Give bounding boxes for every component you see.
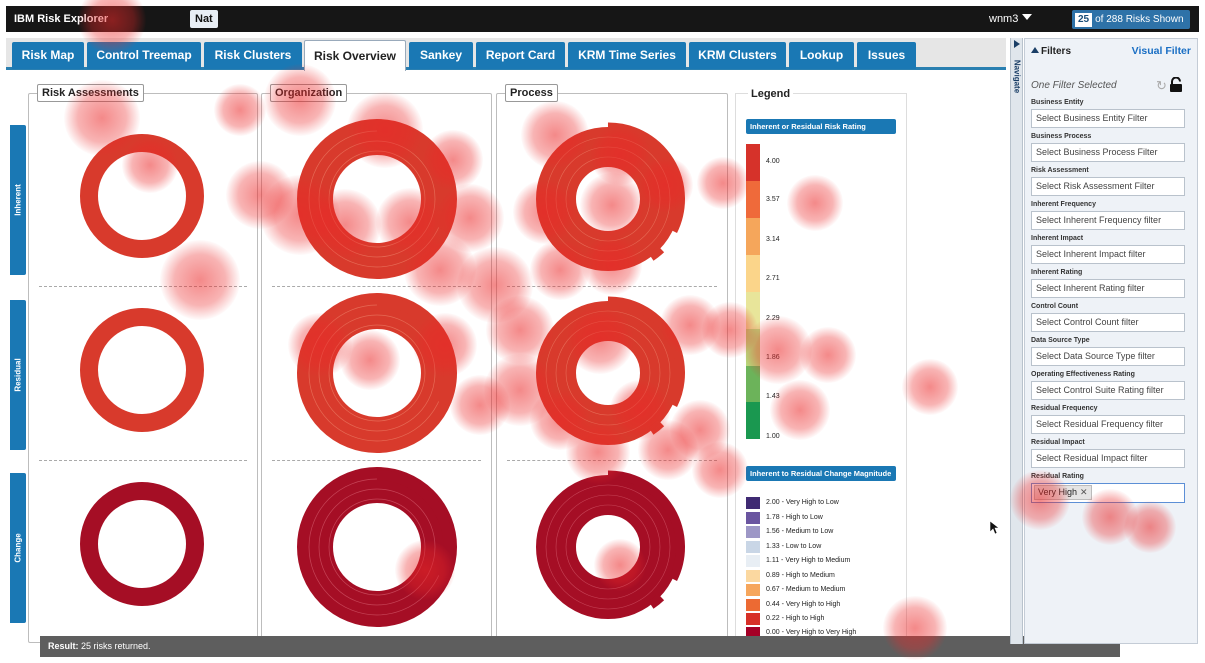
row-divider bbox=[39, 460, 247, 461]
risks-shown-badge: 25 of 288 Risks Shown bbox=[1072, 10, 1190, 29]
username: wnm3 bbox=[989, 13, 1019, 25]
collapse-arrow-icon bbox=[1031, 47, 1039, 53]
tab-issues[interactable]: Issues bbox=[857, 42, 916, 69]
tab-risk-map[interactable]: Risk Map bbox=[12, 42, 84, 69]
residual-assessment-donut[interactable] bbox=[77, 305, 207, 435]
risks-shown-text: of 288 Risks Shown bbox=[1095, 14, 1184, 25]
top-bar: IBM Risk Explorer Nat wnm3 25 of 288 Risk… bbox=[6, 6, 1199, 32]
inherent-impact-filter[interactable]: Select Inherent Impact filter bbox=[1031, 245, 1185, 264]
rating-tick: 3.14 bbox=[766, 236, 780, 243]
row-label-change[interactable]: Change bbox=[10, 473, 26, 623]
rating-tick: 2.29 bbox=[766, 315, 780, 322]
control-count-filter[interactable]: Select Control Count filter bbox=[1031, 313, 1185, 332]
row-divider bbox=[272, 286, 481, 287]
user-badge[interactable]: Nat bbox=[190, 10, 218, 28]
collapse-arrow-icon bbox=[1014, 40, 1020, 48]
inherent-organization-sunburst[interactable] bbox=[297, 119, 457, 279]
filter-label: Inherent Frequency bbox=[1031, 201, 1096, 208]
residual-frequency-filter[interactable]: Select Residual Frequency filter bbox=[1031, 415, 1185, 434]
result-label: Result: bbox=[48, 641, 79, 651]
tab-krm-time-series[interactable]: KRM Time Series bbox=[568, 42, 686, 69]
risk-assessment-filter[interactable]: Select Risk Assessment Filter bbox=[1031, 177, 1185, 196]
legend-title: Legend bbox=[748, 88, 794, 100]
inherent-frequency-filter[interactable]: Select Inherent Frequency filter bbox=[1031, 211, 1185, 230]
filter-label: Residual Frequency bbox=[1031, 405, 1098, 412]
rating-tick: 3.57 bbox=[766, 196, 780, 203]
inherent-assessment-donut[interactable] bbox=[77, 131, 207, 261]
filter-label: Control Count bbox=[1031, 303, 1079, 310]
filter-label: Risk Assessment bbox=[1031, 167, 1089, 174]
change-organization-sunburst[interactable] bbox=[297, 467, 457, 627]
panel-title: Risk Assessments bbox=[37, 84, 144, 102]
visual-filter-link[interactable]: Visual Filter bbox=[1132, 45, 1191, 57]
row-divider bbox=[39, 286, 247, 287]
chevron-down-icon bbox=[1022, 14, 1033, 20]
filter-chip: Very High ✕ bbox=[1034, 485, 1092, 500]
tab-risk-clusters[interactable]: Risk Clusters bbox=[204, 42, 302, 69]
navigate-toggle[interactable]: Navigate bbox=[1010, 38, 1023, 644]
filters-panel: Filters Visual Filter One Filter Selecte… bbox=[1024, 38, 1198, 644]
rating-tick: 1.43 bbox=[766, 393, 780, 400]
process-panel: Process bbox=[496, 84, 728, 643]
control-suite-rating-filter[interactable]: Select Control Suite Rating filter bbox=[1031, 381, 1185, 400]
rating-tick: 4.00 bbox=[766, 158, 780, 165]
residual-rating-filter[interactable]: Very High ✕ bbox=[1031, 483, 1185, 503]
residual-impact-filter[interactable]: Select Residual Impact filter bbox=[1031, 449, 1185, 468]
filter-state-text: One Filter Selected bbox=[1031, 80, 1117, 91]
filter-label: Data Source Type bbox=[1031, 337, 1090, 344]
refresh-icon[interactable]: ↻ bbox=[1156, 79, 1167, 92]
change-legend-heading: Inherent to Residual Change Magnitude bbox=[746, 466, 896, 481]
residual-process-sunburst[interactable] bbox=[533, 293, 693, 453]
tab-risk-overview[interactable]: Risk Overview bbox=[304, 40, 406, 71]
rating-color-scale bbox=[746, 144, 760, 439]
row-label-residual[interactable]: Residual bbox=[10, 300, 26, 450]
result-bar: Result: 25 risks returned. bbox=[40, 636, 1120, 657]
tab-krm-clusters[interactable]: KRM Clusters bbox=[689, 42, 786, 69]
mouse-cursor-icon bbox=[990, 521, 1000, 535]
filter-label: Residual Rating bbox=[1031, 473, 1084, 480]
unlock-icon[interactable] bbox=[1169, 77, 1183, 93]
filter-label: Inherent Impact bbox=[1031, 235, 1084, 242]
legend: Legend Inherent or Residual Risk Rating … bbox=[735, 88, 907, 639]
app-title: IBM Risk Explorer bbox=[14, 13, 109, 25]
data-source-type-filter[interactable]: Select Data Source Type filter bbox=[1031, 347, 1185, 366]
filter-label: Residual Impact bbox=[1031, 439, 1085, 446]
filter-label: Business Entity bbox=[1031, 99, 1084, 106]
residual-organization-sunburst[interactable] bbox=[297, 293, 457, 453]
change-assessment-donut[interactable] bbox=[77, 479, 207, 609]
rating-legend-heading: Inherent or Residual Risk Rating bbox=[746, 119, 896, 134]
panel-title: Organization bbox=[270, 84, 348, 102]
risk-assessments-panel: Risk Assessments bbox=[28, 84, 258, 643]
panel-title: Process bbox=[505, 84, 558, 102]
business-process-filter[interactable]: Select Business Process Filter bbox=[1031, 143, 1185, 162]
business-entity-filter[interactable]: Select Business Entity Filter bbox=[1031, 109, 1185, 128]
row-divider bbox=[507, 286, 717, 287]
rating-tick: 1.00 bbox=[766, 433, 780, 440]
navigate-label: Navigate bbox=[1012, 59, 1022, 94]
risks-shown-number: 25 bbox=[1075, 13, 1093, 27]
rating-tick: 1.86 bbox=[766, 354, 780, 361]
remove-chip-icon[interactable]: ✕ bbox=[1080, 487, 1088, 497]
rating-tick: 2.71 bbox=[766, 275, 780, 282]
filter-label: Operating Effectiveness Rating bbox=[1031, 371, 1135, 378]
risk-overview-view: Inherent Residual Change Risk Assessment… bbox=[6, 73, 1120, 657]
filter-label: Business Process bbox=[1031, 133, 1092, 140]
inherent-process-sunburst[interactable] bbox=[533, 119, 693, 279]
tab-report-card[interactable]: Report Card bbox=[476, 42, 565, 69]
row-label-inherent[interactable]: Inherent bbox=[10, 125, 26, 275]
tab-lookup[interactable]: Lookup bbox=[789, 42, 854, 69]
change-process-sunburst[interactable] bbox=[533, 467, 693, 627]
organization-panel: Organization bbox=[261, 84, 492, 643]
tab-sankey[interactable]: Sankey bbox=[409, 42, 473, 69]
inherent-rating-filter[interactable]: Select Inherent Rating filter bbox=[1031, 279, 1185, 298]
filter-label: Inherent Rating bbox=[1031, 269, 1083, 276]
tab-control-treemap[interactable]: Control Treemap bbox=[87, 42, 201, 69]
user-menu[interactable]: wnm3 bbox=[989, 13, 1033, 25]
filters-header[interactable]: Filters bbox=[1031, 46, 1071, 57]
row-divider bbox=[272, 460, 481, 461]
tab-bar: Risk Map Control Treemap Risk Clusters R… bbox=[6, 38, 1006, 71]
row-divider bbox=[507, 460, 717, 461]
result-text: 25 risks returned. bbox=[81, 641, 151, 651]
